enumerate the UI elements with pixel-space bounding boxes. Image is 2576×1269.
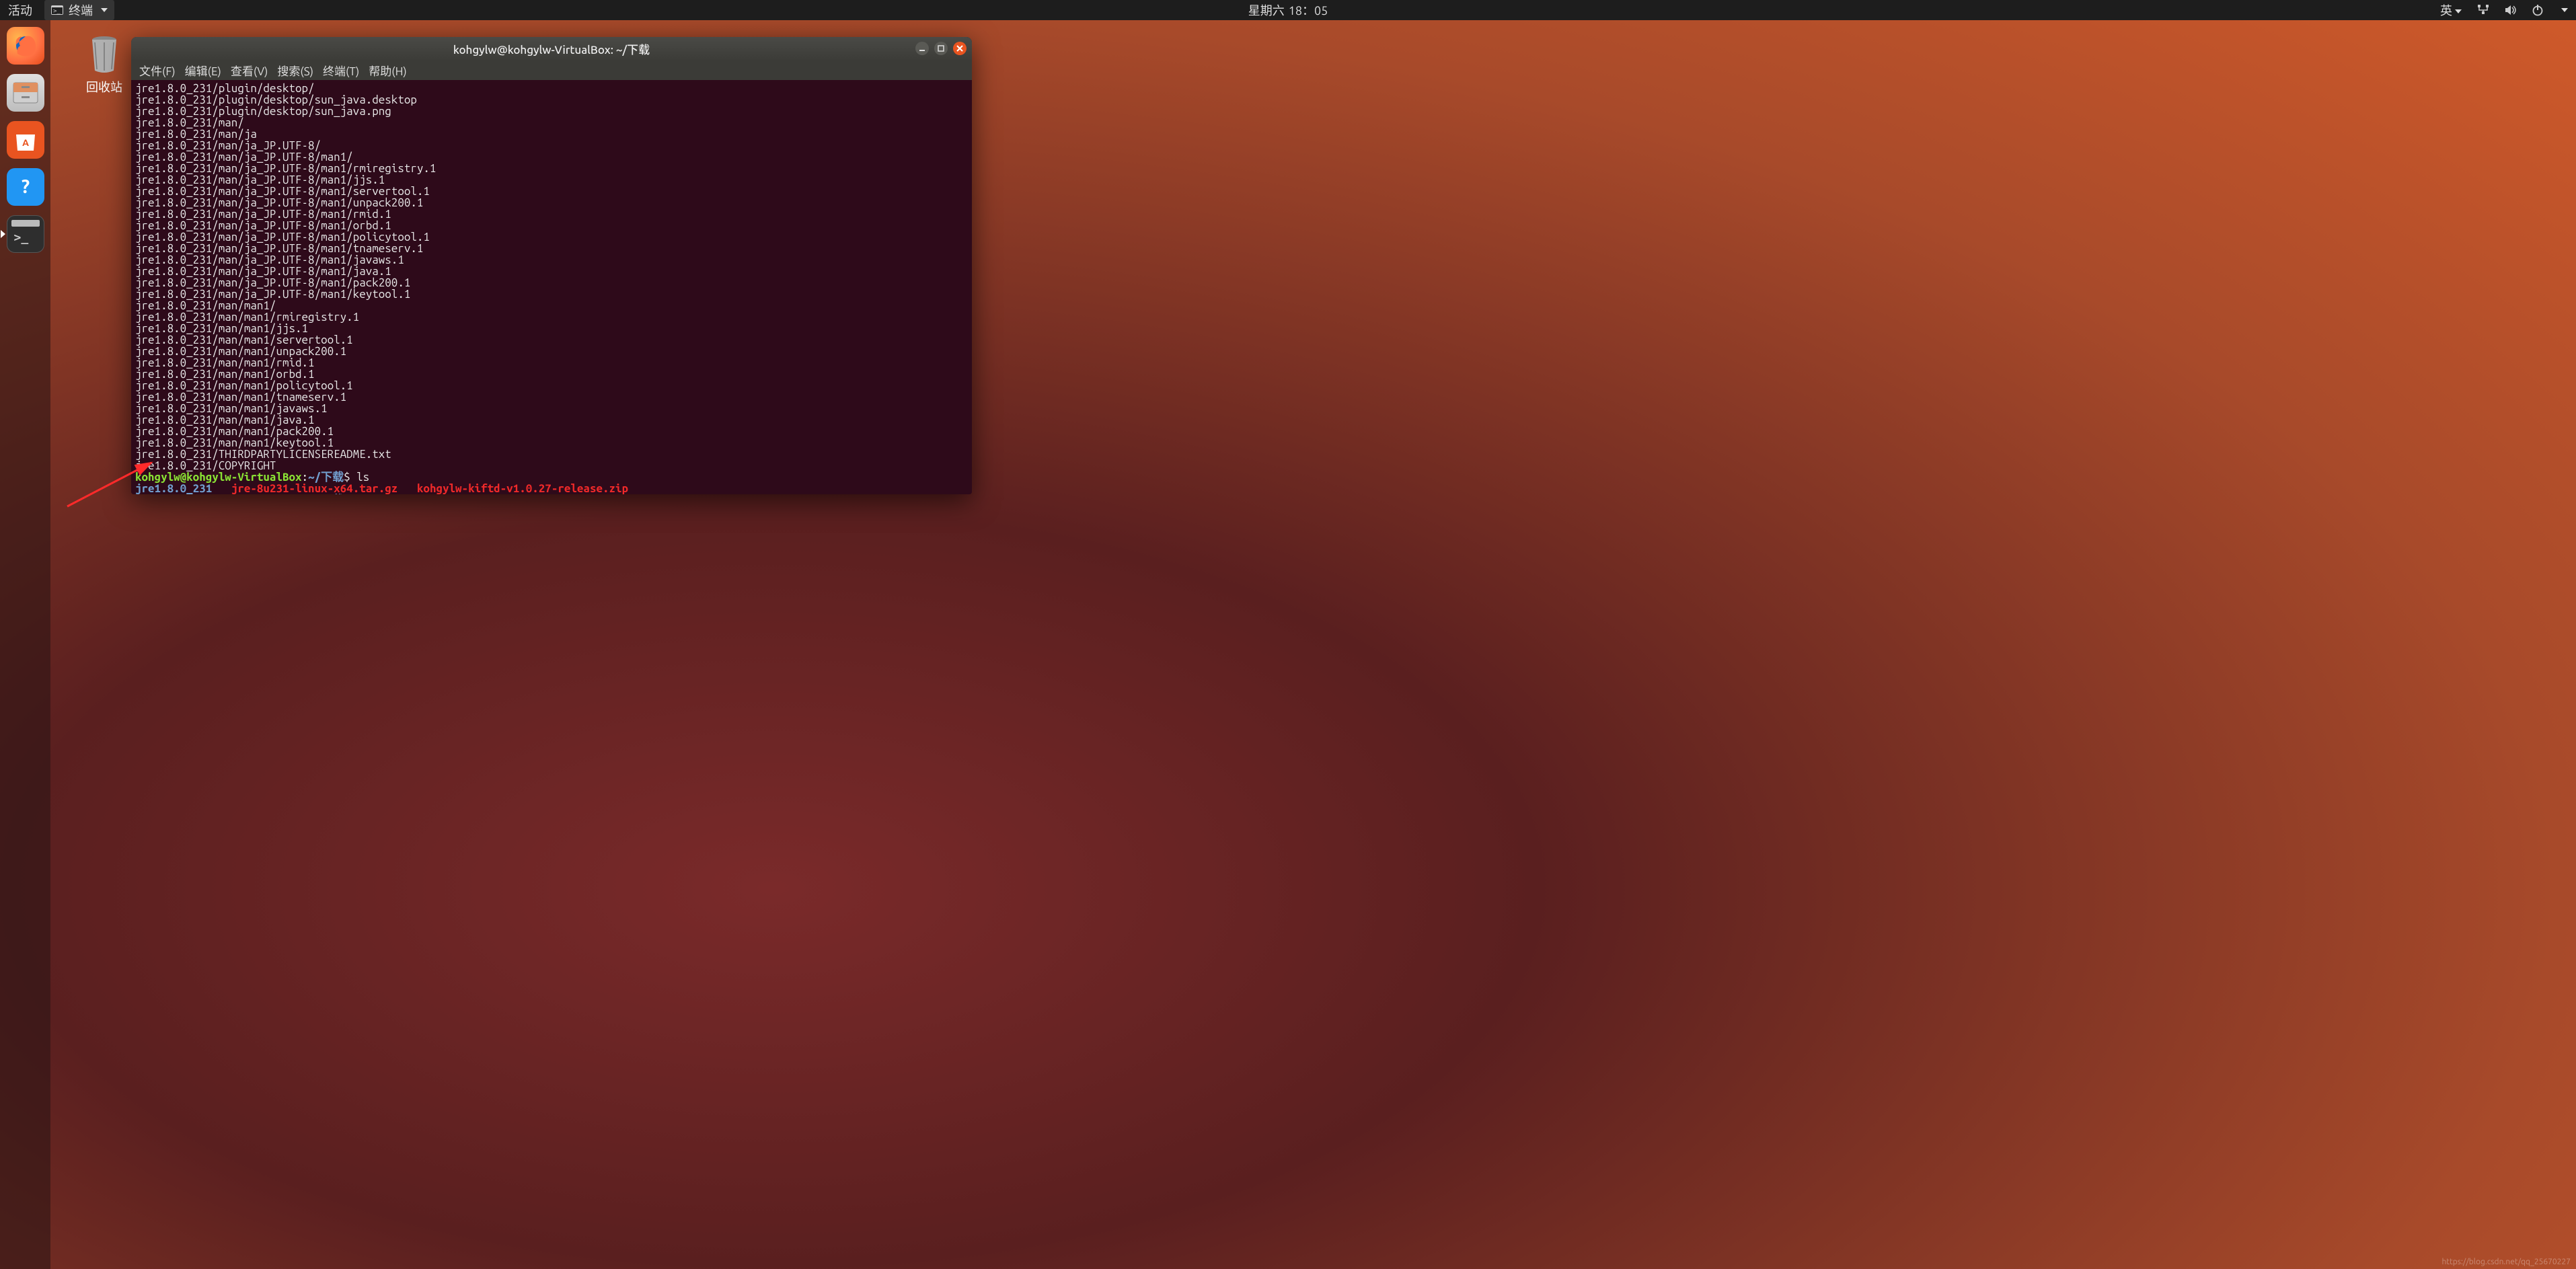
terminal-prompt-icon: >_ (14, 231, 29, 245)
terminal-output-line: jre1.8.0_231/man/ja_JP.UTF-8/man1/orbd.1 (135, 220, 968, 231)
terminal-output-line: jre1.8.0_231/plugin/desktop/sun_java.png (135, 106, 968, 117)
terminal-output-line: jre1.8.0_231/man/ja_JP.UTF-8/man1/javaws… (135, 254, 968, 266)
terminal-output-line: jre1.8.0_231/man/ja_JP.UTF-8/man1/unpack… (135, 197, 968, 208)
chevron-down-icon (101, 8, 108, 12)
menu-view[interactable]: 查看(V) (231, 62, 268, 79)
minimize-icon (919, 45, 925, 52)
launcher-terminal[interactable]: >_ (7, 215, 44, 253)
terminal-output-line: jre1.8.0_231/man/ja_JP.UTF-8/man1/tnames… (135, 243, 968, 254)
chevron-down-icon (2561, 8, 2568, 12)
terminal-output-line: jre1.8.0_231/man/man1/servertool.1 (135, 334, 968, 346)
terminal-window: kohgylw@kohgylw-VirtualBox: ~/下载 文件(F) 编… (131, 37, 972, 494)
app-menu[interactable]: >_ 终端 (44, 0, 114, 20)
terminal-output-line: jre1.8.0_231/man/man1/pack200.1 (135, 426, 968, 437)
terminal-output-line: jre1.8.0_231/THIRDPARTYLICENSEREADME.txt (135, 449, 968, 460)
terminal-output-line: jre1.8.0_231/man/man1/javaws.1 (135, 403, 968, 414)
terminal-prompt-line: kohgylw@kohgylw-VirtualBox:~/下载$ ls (135, 471, 968, 483)
maximize-icon (938, 45, 944, 52)
launcher-firefox[interactable] (7, 27, 44, 65)
terminal-output-line: jre1.8.0_231/man/ja_JP.UTF-8/ (135, 140, 968, 151)
terminal-output-line: jre1.8.0_231/man/ja_JP.UTF-8/man1/server… (135, 186, 968, 197)
terminal-output-line: jre1.8.0_231/man/ja_JP.UTF-8/man1/jjs.1 (135, 174, 968, 186)
svg-text:>_: >_ (53, 8, 61, 15)
clock[interactable]: 星期六 18：05 (1248, 1, 1328, 19)
terminal-output-line: jre1.8.0_231/plugin/desktop/ (135, 83, 968, 94)
terminal-output-line: jre1.8.0_231/man/ja_JP.UTF-8/man1/ (135, 151, 968, 163)
shopping-bag-icon: A (12, 128, 39, 152)
menu-help[interactable]: 帮助(H) (369, 62, 407, 79)
terminal-output-line: jre1.8.0_231/man/ja_JP.UTF-8/man1/rmid.1 (135, 208, 968, 220)
terminal-output-line: jre1.8.0_231/man/man1/keytool.1 (135, 437, 968, 449)
terminal-icon: >_ (51, 5, 63, 15)
menu-terminal[interactable]: 终端(T) (323, 62, 359, 79)
menu-search[interactable]: 搜索(S) (277, 62, 313, 79)
power-icon[interactable] (2532, 4, 2544, 16)
terminal-output-line: jre1.8.0_231/man/ja_JP.UTF-8/man1/keytoo… (135, 289, 968, 300)
menu-edit[interactable]: 编辑(E) (185, 62, 221, 79)
terminal-output-line: jre1.8.0_231/man/man1/unpack200.1 (135, 346, 968, 357)
clock-time: 18：05 (1289, 1, 1328, 19)
terminal-output-line: jre1.8.0_231/man/ja_JP.UTF-8/man1/java.1 (135, 266, 968, 277)
terminal-output-line: jre1.8.0_231/man/man1/ (135, 300, 968, 311)
window-titlebar[interactable]: kohgylw@kohgylw-VirtualBox: ~/下载 (131, 37, 972, 60)
desktop-trash[interactable]: 回收站 (74, 34, 135, 95)
firefox-icon (12, 32, 39, 59)
watermark: https://blog.csdn.net/qq_25670227 (2441, 1258, 2571, 1266)
network-icon[interactable] (2476, 5, 2490, 15)
terminal-output-line: jre1.8.0_231/man/man1/policytool.1 (135, 380, 968, 391)
app-menu-label: 终端 (69, 1, 93, 19)
terminal-output-line: jre1.8.0_231/man/ja_JP.UTF-8/man1/policy… (135, 231, 968, 243)
terminal-ls-output: jre1.8.0_231 jre-8u231-linux-x64.tar.gz … (135, 483, 968, 494)
terminal-titlebar-icon (11, 220, 40, 227)
terminal-output-line: jre1.8.0_231/man/ (135, 117, 968, 128)
terminal-output-line: jre1.8.0_231/plugin/desktop/sun_java.des… (135, 94, 968, 106)
terminal-output-line: jre1.8.0_231/man/man1/jjs.1 (135, 323, 968, 334)
top-panel: 活动 >_ 终端 星期六 18：05 英 (0, 0, 2576, 20)
close-icon (956, 45, 963, 52)
file-cabinet-icon (12, 81, 39, 104)
input-method-indicator[interactable]: 英 (2440, 1, 2462, 19)
terminal-body[interactable]: jre1.8.0_231/plugin/desktop/jre1.8.0_231… (131, 80, 972, 494)
launcher-files[interactable] (7, 74, 44, 112)
help-icon: ? (11, 172, 40, 202)
terminal-output-line: jre1.8.0_231/man/man1/rmid.1 (135, 357, 968, 369)
trash-icon (84, 34, 124, 74)
terminal-output-line: jre1.8.0_231/man/ja_JP.UTF-8/man1/rmireg… (135, 163, 968, 174)
terminal-output-line: jre1.8.0_231/man/man1/orbd.1 (135, 369, 968, 380)
launcher-help[interactable]: ? (7, 168, 44, 206)
terminal-output-line: jre1.8.0_231/COPYRIGHT (135, 460, 968, 471)
volume-icon[interactable] (2505, 5, 2517, 15)
svg-text:A: A (22, 137, 29, 148)
chevron-down-icon (2455, 9, 2462, 13)
terminal-output-line: jre1.8.0_231/man/man1/java.1 (135, 414, 968, 426)
window-minimize-button[interactable] (915, 42, 929, 55)
window-title: kohgylw@kohgylw-VirtualBox: ~/下载 (453, 40, 650, 57)
clock-day: 星期六 (1248, 1, 1285, 19)
window-maximize-button[interactable] (934, 42, 948, 55)
terminal-output-line: jre1.8.0_231/man/man1/rmiregistry.1 (135, 311, 968, 323)
window-close-button[interactable] (953, 42, 967, 55)
terminal-output-line: jre1.8.0_231/man/ja (135, 128, 968, 140)
launcher: A ? >_ (0, 20, 50, 1269)
launcher-software[interactable]: A (7, 121, 44, 159)
svg-text:?: ? (21, 176, 29, 197)
desktop-trash-label: 回收站 (74, 78, 135, 95)
terminal-output-line: jre1.8.0_231/man/man1/tnameserv.1 (135, 391, 968, 403)
window-menubar: 文件(F) 编辑(E) 查看(V) 搜索(S) 终端(T) 帮助(H) (131, 60, 972, 80)
menu-file[interactable]: 文件(F) (139, 62, 176, 79)
activities-button[interactable]: 活动 (8, 1, 32, 19)
terminal-output-line: jre1.8.0_231/man/ja_JP.UTF-8/man1/pack20… (135, 277, 968, 289)
